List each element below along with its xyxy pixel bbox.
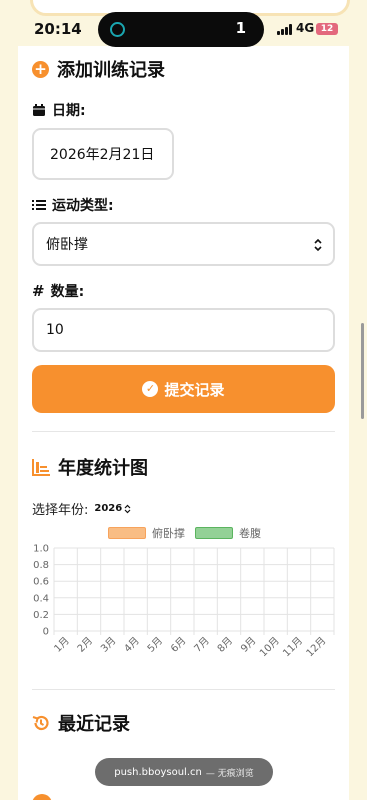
x-tick-label: 2月 [75, 635, 95, 655]
calendar-icon [33, 104, 45, 116]
x-tick-label: 5月 [145, 635, 165, 655]
x-tick-label: 1月 [52, 635, 72, 655]
legend-label: 卷腹 [239, 527, 261, 540]
dynamic-island[interactable]: 1 [98, 12, 264, 47]
submit-label: 提交记录 [164, 380, 225, 399]
status-time: 20:14 [34, 20, 82, 38]
legend-swatch [195, 527, 233, 539]
stats-title: 年度统计图 [58, 458, 148, 479]
y-tick-label: 0.8 [33, 560, 49, 571]
year-value: 2026 [94, 503, 123, 514]
submit-button[interactable]: ✓ 提交记录 [32, 365, 335, 413]
x-tick-label: 11月 [281, 635, 306, 660]
year-row: 选择年份: 2026 [32, 499, 131, 518]
date-field[interactable]: 2026年2月21日 [32, 128, 174, 180]
annual-chart: 1.0 0.8 0.6 0.4 0.2 01月 2月 3月 4月 5月 6月 7月 8月 9月 10月 11月… [33, 544, 335, 660]
divider [32, 431, 335, 432]
x-tick-label: 6月 [168, 635, 188, 655]
date-value: 2026年2月21日 [50, 147, 155, 163]
toast-domain: push.bboysoul.cn [114, 766, 202, 778]
exercise-type-select[interactable]: 俯卧撑 [32, 222, 335, 266]
x-tick-label: 8月 [215, 635, 235, 655]
y-tick-label: 0.4 [33, 593, 49, 604]
chevron-updown-icon [314, 238, 322, 252]
island-count: 1 [235, 19, 246, 37]
y-tick-label: 0.2 [33, 610, 49, 621]
qty-label: 数量: [50, 284, 85, 300]
date-label-row: 日期: [32, 100, 86, 120]
battery-icon: 12 [316, 23, 338, 35]
legend-item[interactable]: 卷腹 [195, 525, 261, 541]
browser-toast: push.bboysoul.cn — 无痕浏览 [95, 758, 273, 786]
x-tick-label: 10月 [257, 635, 282, 660]
y-tick-label: 1.0 [33, 544, 49, 555]
type-label: 运动类型: [52, 198, 114, 214]
form-title: 添加训练记录 [57, 60, 165, 81]
hash-icon: # [32, 282, 45, 300]
type-label-row: 运动类型: [32, 195, 114, 215]
chevron-updown-icon [124, 504, 131, 513]
list-icon [32, 200, 46, 210]
legend-label: 俯卧撑 [152, 527, 185, 540]
qty-label-row: # 数量: [32, 281, 84, 301]
form-header: + 添加训练记录 [32, 56, 165, 82]
scrollbar[interactable] [361, 323, 364, 419]
recent-title: 最近记录 [58, 714, 130, 735]
chart-legend: 俯卧撑 卷腹 [108, 525, 261, 541]
x-tick-label: 3月 [98, 635, 118, 655]
quantity-field[interactable]: 10 [32, 308, 335, 352]
activity-icon [110, 22, 125, 37]
y-tick-label: 0.6 [33, 577, 49, 588]
check-circle-icon: ✓ [142, 381, 159, 397]
x-tick-label: 7月 [192, 635, 212, 655]
divider [32, 689, 335, 690]
date-label: 日期: [52, 103, 86, 119]
x-tick-label: 9月 [238, 635, 258, 655]
signal-icon [277, 24, 293, 35]
qty-value: 10 [46, 322, 64, 338]
stats-header: 年度统计图 [32, 454, 148, 480]
y-tick-label: 0 [43, 627, 49, 638]
recent-header: 最近记录 [32, 710, 130, 736]
history-icon [32, 715, 49, 731]
x-tick-label: 12月 [304, 635, 329, 660]
toast-mode: — 无痕浏览 [205, 768, 254, 779]
year-select[interactable]: 2026 [94, 503, 131, 514]
type-value: 俯卧撑 [46, 237, 88, 253]
legend-swatch [108, 527, 146, 539]
bar-chart-icon [32, 458, 50, 476]
network-type: 4G [296, 21, 315, 35]
status-bar: 20:14 1 4G 12 [0, 0, 367, 52]
x-tick-label: 4月 [122, 635, 142, 655]
plus-circle-icon: + [32, 60, 49, 78]
year-label: 选择年份: [32, 503, 89, 518]
legend-item[interactable]: 俯卧撑 [108, 525, 185, 541]
